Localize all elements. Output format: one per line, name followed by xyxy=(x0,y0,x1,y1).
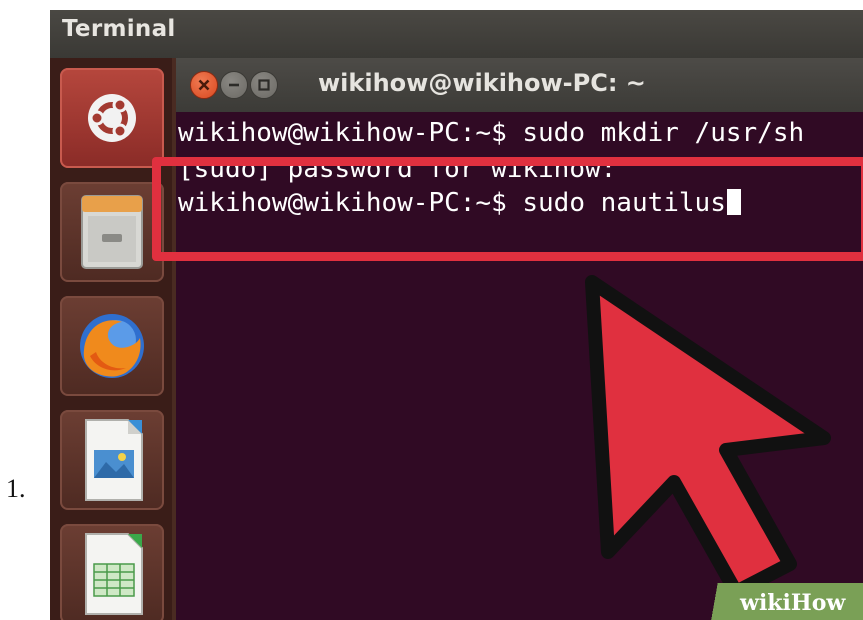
launcher-files-button[interactable] xyxy=(60,182,164,282)
ubuntu-logo-icon xyxy=(88,94,136,142)
list-number: 1. xyxy=(6,474,26,503)
close-icon xyxy=(198,79,210,91)
highlight-box xyxy=(152,157,863,261)
watermark-wiki: wiki xyxy=(740,590,791,616)
libreoffice-impress-icon xyxy=(85,419,143,501)
maximize-window-button[interactable] xyxy=(250,71,278,99)
close-window-button[interactable] xyxy=(190,71,218,99)
top-panel: Terminal xyxy=(50,10,863,58)
firefox-icon xyxy=(80,314,144,378)
minimize-window-button[interactable] xyxy=(220,71,248,99)
launcher xyxy=(50,58,176,620)
wikihow-watermark: wikiHow xyxy=(740,590,845,616)
libreoffice-calc-icon xyxy=(85,533,143,615)
terminal-titlebar[interactable]: wikihow@wikihow-PC: ~ xyxy=(176,58,863,112)
screenshot: Terminal wikihow@wikihow-PC: ~ wikihow@w… xyxy=(50,10,863,620)
window-title: wikihow@wikihow-PC: ~ xyxy=(318,69,646,97)
launcher-firefox-button[interactable] xyxy=(60,296,164,396)
launcher-impress-button[interactable] xyxy=(60,410,164,510)
watermark-how: How xyxy=(790,590,846,616)
terminal-line-1: wikihow@wikihow-PC:~$ sudo mkdir /usr/sh xyxy=(178,118,805,148)
launcher-calc-button[interactable] xyxy=(60,524,164,620)
top-panel-title: Terminal xyxy=(62,16,176,42)
minimize-icon xyxy=(229,83,239,87)
mouse-pointer-icon xyxy=(585,275,831,599)
maximize-icon xyxy=(258,79,270,91)
launcher-dash-button[interactable] xyxy=(60,68,164,168)
file-cabinet-icon xyxy=(81,195,143,269)
